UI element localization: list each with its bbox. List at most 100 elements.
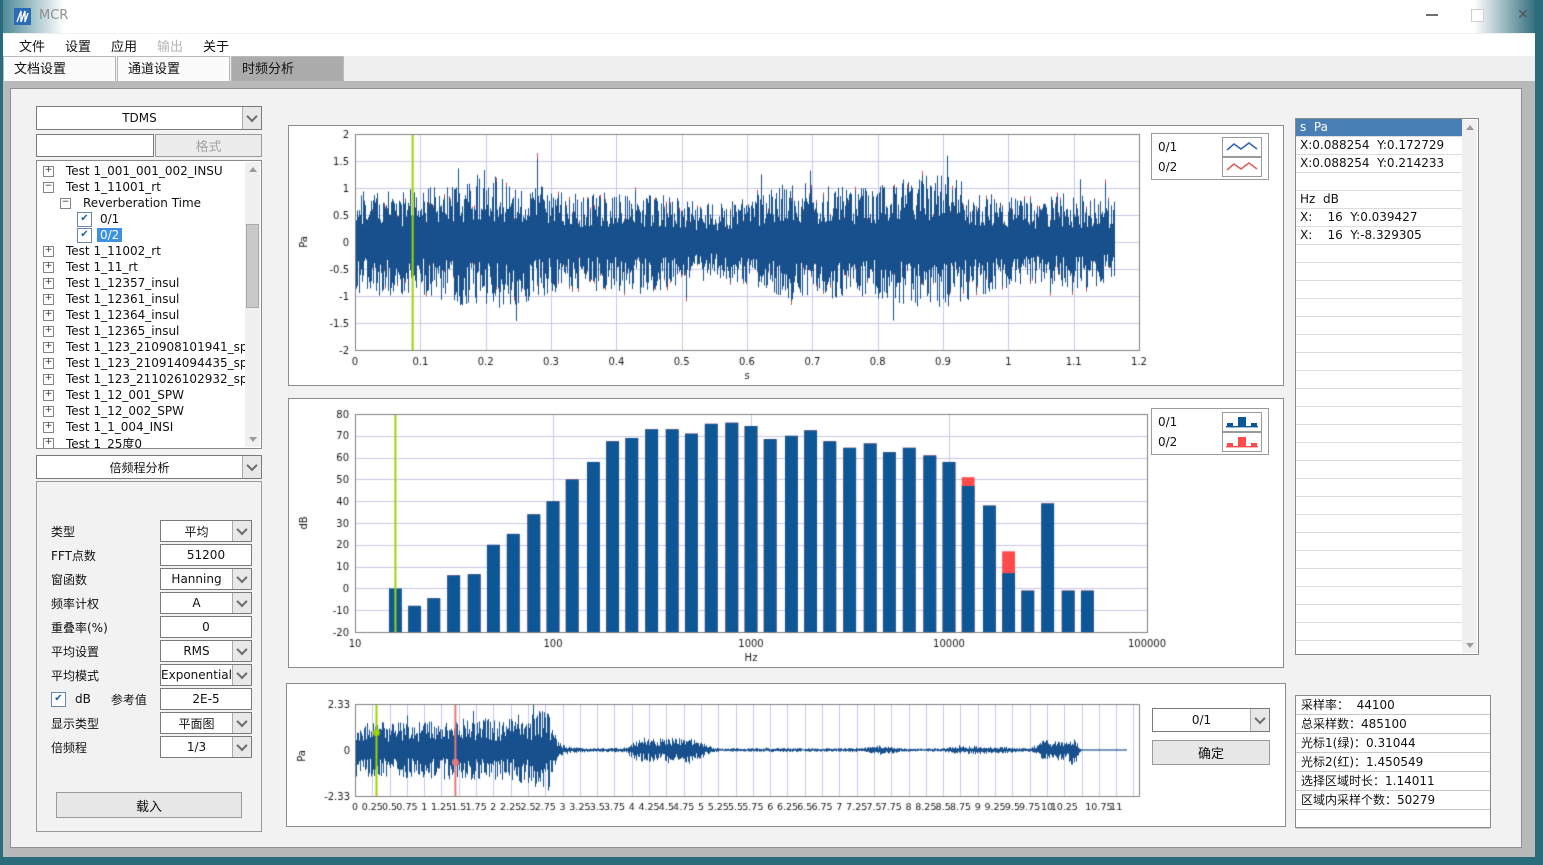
tree-expander-icon[interactable]: + bbox=[43, 326, 54, 337]
confirm-button[interactable]: 确定 bbox=[1152, 740, 1270, 765]
close-button[interactable]: ✕ bbox=[1506, 0, 1540, 30]
setting-select[interactable]: Hanning bbox=[160, 568, 252, 590]
setting-input[interactable]: 2E-5 bbox=[160, 688, 252, 710]
chevron-down-icon[interactable] bbox=[232, 737, 251, 757]
readout-row[interactable]: X:0.088254 Y:0.172729 bbox=[1296, 137, 1462, 155]
readout-row[interactable]: X:0.088254 Y:0.214233 bbox=[1296, 155, 1462, 173]
readout-row[interactable] bbox=[1296, 425, 1462, 443]
record-waveform-chart[interactable] bbox=[287, 684, 1285, 826]
readout-row[interactable] bbox=[1296, 497, 1462, 515]
tree-expander-icon[interactable]: + bbox=[43, 166, 54, 177]
chevron-down-icon[interactable] bbox=[232, 593, 251, 613]
menu-item[interactable]: 输出 bbox=[147, 36, 193, 55]
tab[interactable]: 时频分析 bbox=[231, 56, 344, 81]
readout-row[interactable] bbox=[1296, 353, 1462, 371]
menu-item[interactable]: 文件 bbox=[9, 36, 55, 55]
tab[interactable]: 文档设置 bbox=[3, 56, 116, 81]
setting-select[interactable]: 平面图 bbox=[160, 712, 252, 734]
readout-row[interactable] bbox=[1296, 443, 1462, 461]
tree-expander-icon[interactable]: + bbox=[43, 342, 54, 353]
tree-item[interactable]: −Reverberation Time bbox=[37, 195, 245, 211]
chevron-down-icon[interactable] bbox=[232, 521, 251, 541]
readout-row[interactable] bbox=[1296, 335, 1462, 353]
maximize-button[interactable] bbox=[1460, 0, 1494, 30]
readout-row[interactable] bbox=[1296, 551, 1462, 569]
chevron-down-icon[interactable] bbox=[242, 456, 261, 478]
readout-row[interactable] bbox=[1296, 281, 1462, 299]
tree-expander-icon[interactable]: + bbox=[43, 406, 54, 417]
tree-expander-icon[interactable]: + bbox=[43, 294, 54, 305]
tree-item[interactable]: +Test 1_11_rt bbox=[37, 259, 245, 275]
readout-row[interactable] bbox=[1296, 173, 1462, 191]
tree-expander-icon[interactable]: + bbox=[43, 358, 54, 369]
setting-select[interactable]: Exponential bbox=[160, 664, 252, 686]
readout-row[interactable]: X: 16 Y:0.039427 bbox=[1296, 209, 1462, 227]
setting-input[interactable]: 51200 bbox=[160, 544, 252, 566]
tree-item[interactable]: ✔0/2 bbox=[37, 227, 245, 243]
readout-header-row[interactable]: s Pa bbox=[1296, 119, 1462, 137]
tree-scrollbar[interactable] bbox=[245, 162, 260, 447]
readout-row[interactable] bbox=[1296, 245, 1462, 263]
chevron-down-icon[interactable] bbox=[232, 641, 251, 661]
readout-scrollbar[interactable] bbox=[1462, 120, 1477, 653]
tree-expander-icon[interactable]: + bbox=[43, 422, 54, 433]
filter-input[interactable] bbox=[36, 134, 154, 157]
readout-row[interactable] bbox=[1296, 641, 1462, 655]
analysis-type-select[interactable]: 倍频程分析 bbox=[36, 455, 262, 479]
tree-item[interactable]: +Test 1_123_210914094435_spw bbox=[37, 355, 245, 371]
tree-expander-icon[interactable]: + bbox=[43, 310, 54, 321]
tree-item[interactable]: −Test 1_11001_rt bbox=[37, 179, 245, 195]
readout-row[interactable] bbox=[1296, 479, 1462, 497]
tree-item[interactable]: +Test 1_12364_insul bbox=[37, 307, 245, 323]
tree-item[interactable]: +Test 1_25度0 bbox=[37, 435, 245, 449]
readout-row[interactable] bbox=[1296, 569, 1462, 587]
readout-row[interactable] bbox=[1296, 605, 1462, 623]
tree-item[interactable]: ✔0/1 bbox=[37, 211, 245, 227]
tree-item[interactable]: +Test 1_1_004_INSI bbox=[37, 419, 245, 435]
chevron-down-icon[interactable] bbox=[232, 665, 251, 685]
readout-row[interactable] bbox=[1296, 371, 1462, 389]
db-checkbox[interactable]: ✔ bbox=[51, 692, 66, 707]
tree-item[interactable]: +Test 1_001_001_002_INSU bbox=[37, 163, 245, 179]
tree-expander-icon[interactable]: + bbox=[43, 438, 54, 449]
setting-select[interactable]: 平均 bbox=[160, 520, 252, 542]
readout-row[interactable] bbox=[1296, 587, 1462, 605]
tree-item[interactable]: +Test 1_12365_insul bbox=[37, 323, 245, 339]
scrollbar-down-icon[interactable] bbox=[1462, 638, 1477, 653]
setting-input[interactable]: 0 bbox=[160, 616, 252, 638]
channel-select[interactable]: 0/1 bbox=[1152, 708, 1270, 732]
tree-expander-icon[interactable]: + bbox=[43, 390, 54, 401]
format-type-select[interactable]: TDMS bbox=[36, 106, 262, 130]
readout-row[interactable] bbox=[1296, 299, 1462, 317]
readout-row[interactable] bbox=[1296, 263, 1462, 281]
chevron-down-icon[interactable] bbox=[232, 713, 251, 733]
chevron-down-icon[interactable] bbox=[232, 569, 251, 589]
spectrum-chart[interactable] bbox=[289, 399, 1283, 667]
setting-select[interactable]: 1/3 bbox=[160, 736, 252, 758]
readout-row[interactable] bbox=[1296, 389, 1462, 407]
tree-item[interactable]: +Test 1_12_001_SPW bbox=[37, 387, 245, 403]
tree-item[interactable]: +Test 1_12_002_SPW bbox=[37, 403, 245, 419]
setting-select[interactable]: RMS bbox=[160, 640, 252, 662]
tree-item[interactable]: +Test 1_123_210908101941_spw bbox=[37, 339, 245, 355]
menu-item[interactable]: 关于 bbox=[193, 36, 239, 55]
tree-expander-icon[interactable]: + bbox=[43, 262, 54, 273]
tree-item[interactable]: +Test 1_123_211026102932_spw bbox=[37, 371, 245, 387]
tree-item[interactable]: +Test 1_11002_rt bbox=[37, 243, 245, 259]
readout-row[interactable] bbox=[1296, 533, 1462, 551]
readout-row[interactable] bbox=[1296, 461, 1462, 479]
menu-item[interactable]: 应用 bbox=[101, 36, 147, 55]
tab[interactable]: 通道设置 bbox=[117, 56, 230, 81]
scrollbar-down-icon[interactable] bbox=[245, 432, 260, 447]
checkbox-icon[interactable]: ✔ bbox=[77, 228, 92, 243]
tree-item[interactable]: +Test 1_12361_insul bbox=[37, 291, 245, 307]
readout-row[interactable] bbox=[1296, 515, 1462, 533]
load-button[interactable]: 载入 bbox=[56, 792, 242, 818]
chevron-down-icon[interactable] bbox=[242, 107, 261, 129]
tree-expander-icon[interactable]: − bbox=[43, 182, 54, 193]
tree-expander-icon[interactable]: + bbox=[43, 246, 54, 257]
checkbox-icon[interactable]: ✔ bbox=[77, 212, 92, 227]
tree-expander-icon[interactable]: + bbox=[43, 374, 54, 385]
setting-select[interactable]: A bbox=[160, 592, 252, 614]
readout-row[interactable] bbox=[1296, 623, 1462, 641]
